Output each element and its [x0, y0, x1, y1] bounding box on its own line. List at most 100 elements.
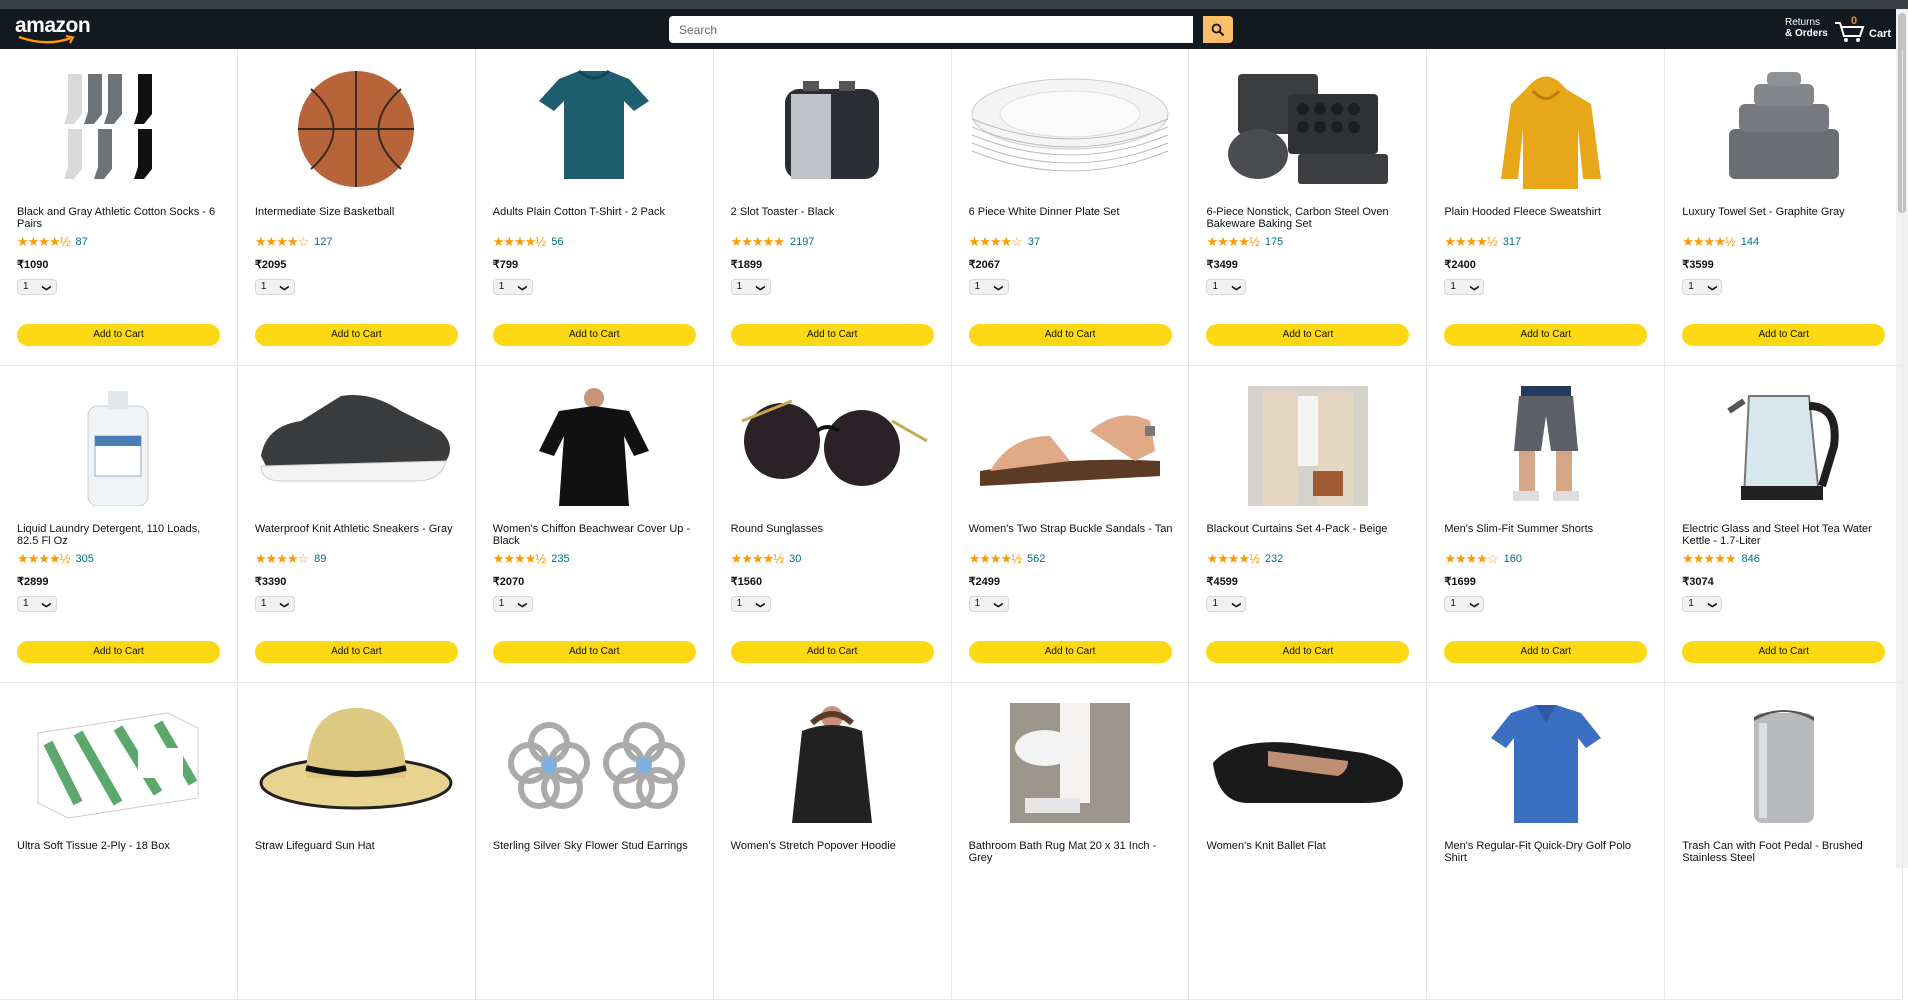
returns-orders-link[interactable]: Returns & Orders [1785, 17, 1828, 39]
shorts-image[interactable] [1427, 386, 1664, 506]
rating-count-link[interactable]: 562 [1027, 553, 1045, 565]
quantity-select[interactable]: 1 ❯ [254, 279, 295, 295]
product-title[interactable]: Black and Gray Athletic Cotton Socks - 6… [17, 206, 222, 230]
product-title[interactable]: Waterproof Knit Athletic Sneakers - Gray [255, 523, 460, 535]
quantity-select[interactable]: 1 ❯ [17, 596, 57, 612]
tshirt-image[interactable] [476, 69, 713, 189]
rating-count-link[interactable]: 87 [75, 236, 87, 248]
add-to-cart-button[interactable]: Add to Cart [1206, 641, 1410, 663]
sandal-image[interactable] [952, 386, 1189, 506]
rating-count-link[interactable]: 846 [1742, 553, 1760, 565]
rating-count-link[interactable]: 127 [314, 236, 332, 248]
product-title[interactable]: Luxury Towel Set - Graphite Gray [1682, 206, 1887, 218]
product-title[interactable]: 6-Piece Nonstick, Carbon Steel Oven Bake… [1206, 206, 1411, 230]
product-title[interactable]: Men's Regular-Fit Quick-Dry Golf Polo Sh… [1444, 840, 1649, 864]
search-input[interactable] [669, 16, 1193, 43]
rating-count-link[interactable]: 37 [1028, 236, 1040, 248]
ballet-flat-image[interactable] [1189, 703, 1426, 823]
add-to-cart-button[interactable]: Add to Cart [1206, 324, 1410, 346]
add-to-cart-button[interactable]: Add to Cart [492, 324, 696, 346]
product-title[interactable]: Adults Plain Cotton T-Shirt - 2 Pack [493, 206, 698, 218]
add-to-cart-button[interactable]: Add to Cart [730, 641, 934, 663]
quantity-select[interactable]: 1 ❯ [730, 596, 771, 612]
rating-count-link[interactable]: 2197 [790, 236, 814, 248]
product-title[interactable]: Electric Glass and Steel Hot Tea Water K… [1682, 523, 1887, 547]
rating-count-link[interactable]: 175 [1265, 236, 1283, 248]
product-title[interactable]: Women's Knit Ballet Flat [1206, 840, 1411, 852]
toaster-image[interactable] [714, 69, 951, 189]
search-button[interactable] [1203, 16, 1233, 43]
sneaker-image[interactable] [238, 386, 475, 506]
hoodie-image[interactable] [1427, 69, 1664, 189]
quantity-select[interactable]: 1 ❯ [730, 279, 771, 295]
add-to-cart-button[interactable]: Add to Cart [968, 641, 1172, 663]
product-title[interactable]: Sterling Silver Sky Flower Stud Earrings [493, 840, 698, 852]
product-title[interactable]: Round Sunglasses [731, 523, 936, 535]
sunglasses-image[interactable] [714, 386, 951, 506]
add-to-cart-button[interactable]: Add to Cart [968, 324, 1172, 346]
bakeware-image[interactable] [1189, 69, 1426, 189]
add-to-cart-button[interactable]: Add to Cart [1682, 641, 1886, 663]
detergent-image[interactable] [0, 386, 237, 506]
socks-image[interactable] [0, 69, 237, 189]
tissue-box-image[interactable] [0, 703, 237, 823]
add-to-cart-button[interactable]: Add to Cart [1444, 641, 1648, 663]
product-title[interactable]: 6 Piece White Dinner Plate Set [969, 206, 1174, 218]
polo-shirt-image[interactable] [1427, 703, 1664, 823]
product-title[interactable]: Blackout Curtains Set 4-Pack - Beige [1206, 523, 1411, 535]
basketball-image[interactable] [238, 69, 475, 189]
curtains-image[interactable] [1189, 386, 1426, 506]
rating-count-link[interactable]: 232 [1265, 553, 1283, 565]
coverup-image[interactable] [476, 386, 713, 506]
kettle-image[interactable] [1665, 386, 1902, 506]
cart-link[interactable]: 0 Cart [1834, 15, 1894, 45]
bath-mat-image[interactable] [952, 703, 1189, 823]
add-to-cart-button[interactable]: Add to Cart [492, 641, 696, 663]
product-title[interactable]: Straw Lifeguard Sun Hat [255, 840, 460, 852]
rating-count-link[interactable]: 144 [1741, 236, 1759, 248]
rating-count-link[interactable]: 235 [551, 553, 569, 565]
plates-image[interactable] [952, 69, 1189, 189]
rating-count-link[interactable]: 317 [1503, 236, 1521, 248]
product-title[interactable]: Liquid Laundry Detergent, 110 Loads, 82.… [17, 523, 222, 547]
quantity-select[interactable]: 1 ❯ [1206, 279, 1247, 295]
quantity-select[interactable]: 1 ❯ [492, 596, 533, 612]
product-title[interactable]: Trash Can with Foot Pedal - Brushed Stai… [1682, 840, 1887, 864]
product-title[interactable]: Bathroom Bath Rug Mat 20 x 31 Inch - Gre… [969, 840, 1174, 864]
rating-count-link[interactable]: 56 [551, 236, 563, 248]
add-to-cart-button[interactable]: Add to Cart [254, 641, 458, 663]
towels-image[interactable] [1665, 69, 1902, 189]
add-to-cart-button[interactable]: Add to Cart [17, 641, 220, 663]
add-to-cart-button[interactable]: Add to Cart [1682, 324, 1886, 346]
sun-hat-image[interactable] [238, 703, 475, 823]
trash-can-image[interactable] [1665, 703, 1902, 823]
earrings-image[interactable] [476, 703, 713, 823]
product-title[interactable]: Men's Slim-Fit Summer Shorts [1444, 523, 1649, 535]
product-title[interactable]: 2 Slot Toaster - Black [731, 206, 936, 218]
product-title[interactable]: Ultra Soft Tissue 2-Ply - 18 Box [17, 840, 222, 852]
popover-hoodie-image[interactable] [714, 703, 951, 823]
quantity-select[interactable]: 1 ❯ [1206, 596, 1247, 612]
amazon-logo[interactable]: amazon [15, 15, 91, 44]
quantity-select[interactable]: 1 ❯ [968, 596, 1009, 612]
rating-count-link[interactable]: 89 [314, 553, 326, 565]
quantity-select[interactable]: 1 ❯ [1444, 279, 1485, 295]
quantity-select[interactable]: 1 ❯ [1444, 596, 1485, 612]
rating-count-link[interactable]: 305 [75, 553, 93, 565]
add-to-cart-button[interactable]: Add to Cart [17, 324, 220, 346]
quantity-select[interactable]: 1 ❯ [254, 596, 295, 612]
product-title[interactable]: Women's Chiffon Beachwear Cover Up - Bla… [493, 523, 698, 547]
quantity-select[interactable]: 1 ❯ [1682, 596, 1723, 612]
product-title[interactable]: Intermediate Size Basketball [255, 206, 460, 218]
add-to-cart-button[interactable]: Add to Cart [254, 324, 458, 346]
product-title[interactable]: Plain Hooded Fleece Sweatshirt [1444, 206, 1649, 218]
add-to-cart-button[interactable]: Add to Cart [1444, 324, 1648, 346]
rating-count-link[interactable]: 30 [789, 553, 801, 565]
quantity-select[interactable]: 1 ❯ [1682, 279, 1723, 295]
rating-count-link[interactable]: 160 [1504, 553, 1522, 565]
add-to-cart-button[interactable]: Add to Cart [730, 324, 934, 346]
product-title[interactable]: Women's Two Strap Buckle Sandals - Tan [969, 523, 1174, 535]
quantity-select[interactable]: 1 ❯ [968, 279, 1009, 295]
quantity-select[interactable]: 1 ❯ [492, 279, 533, 295]
quantity-select[interactable]: 1 ❯ [17, 279, 57, 295]
